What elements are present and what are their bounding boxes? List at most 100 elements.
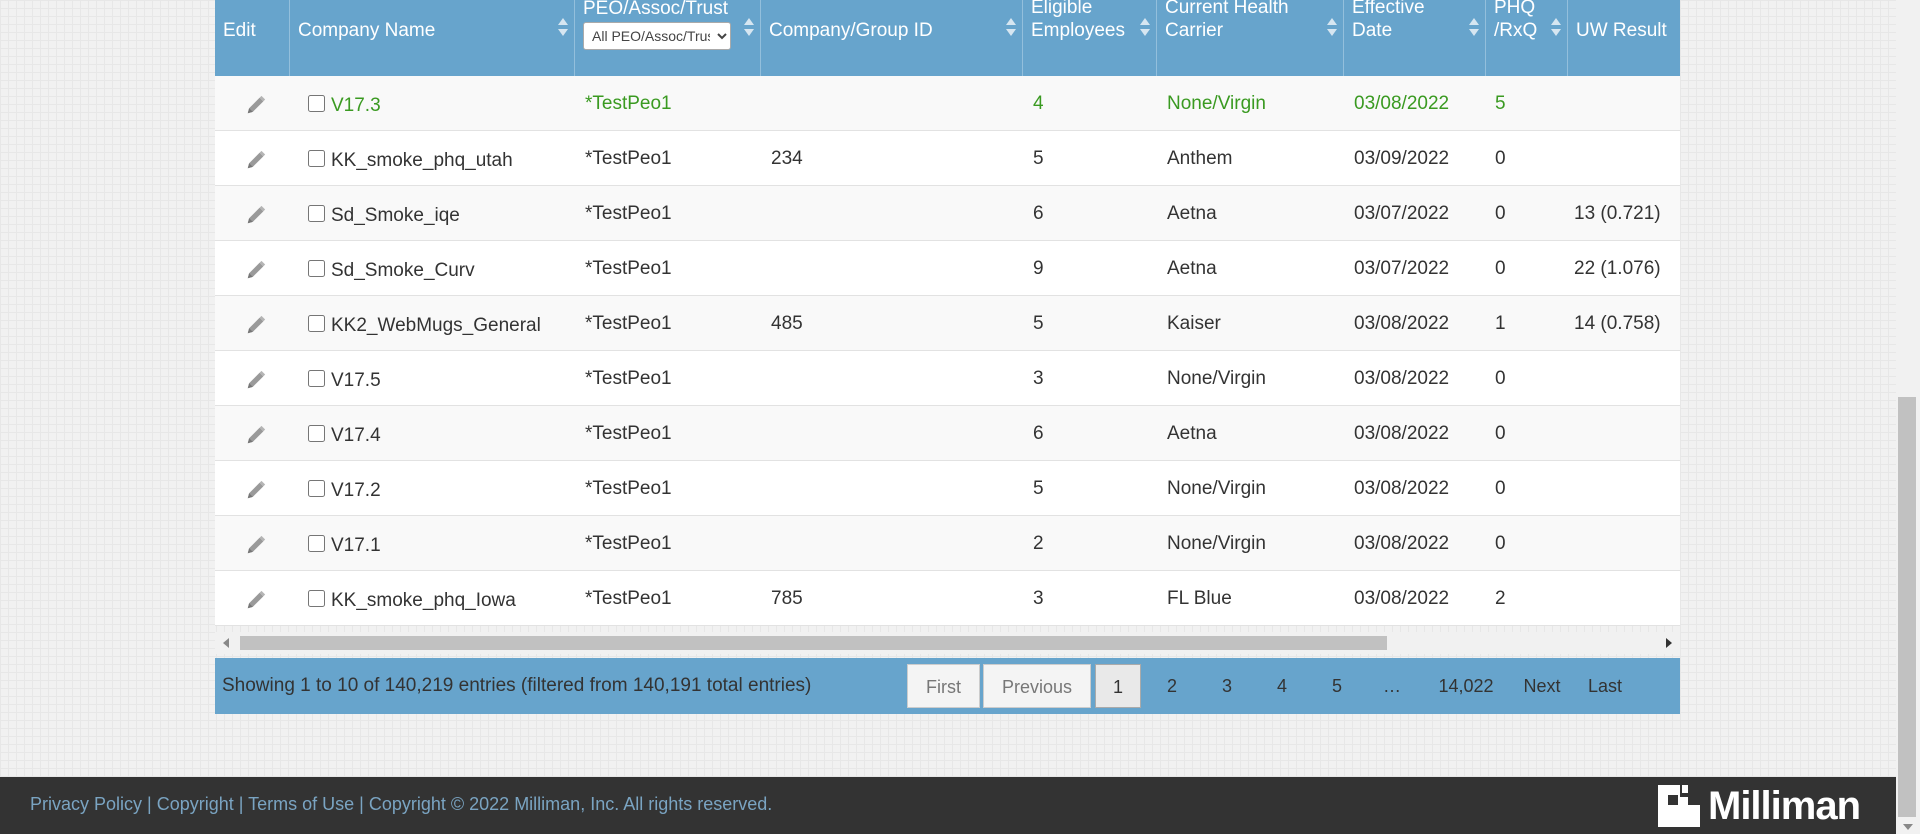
row-select-checkbox[interactable]: [308, 480, 325, 497]
table-body: V17.3 *TestPeo1 4 None/Virgin 03/08/2022 5 KK_…: [215, 76, 1680, 626]
effective-date-cell: 03/07/2022: [1354, 203, 1450, 224]
page-4-button[interactable]: 4: [1259, 664, 1305, 708]
company-name-text[interactable]: V17.4: [331, 408, 381, 461]
row-select-checkbox[interactable]: [308, 260, 325, 277]
col-company-name-label: Company Name: [298, 20, 436, 41]
company-name-cell: KK_smoke_phq_utah: [215, 131, 575, 186]
vertical-scrollbar[interactable]: [1896, 0, 1920, 834]
peo-cell: *TestPeo1: [585, 258, 672, 279]
company-name-text[interactable]: V17.3: [331, 78, 381, 131]
company-name-text[interactable]: KK_smoke_phq_utah: [331, 133, 513, 186]
health-carrier-cell: None/Virgin: [1167, 478, 1266, 499]
last-page-button[interactable]: Last: [1579, 664, 1631, 708]
health-carrier-cell: Aetna: [1167, 423, 1217, 444]
company-name-cell: V17.5: [215, 351, 575, 406]
health-carrier-cell: FL Blue: [1167, 588, 1232, 609]
group-id-cell: 485: [771, 313, 803, 334]
terms-of-use-link[interactable]: Terms of Use: [248, 794, 354, 814]
col-carrier-header[interactable]: Current Health Carrier: [1157, 0, 1344, 76]
copyright-link[interactable]: Copyright: [157, 794, 234, 814]
row-select-checkbox[interactable]: [308, 590, 325, 607]
page-3-button[interactable]: 3: [1204, 664, 1250, 708]
col-carrier-label: Current Health Carrier: [1165, 0, 1289, 41]
row-select-checkbox[interactable]: [308, 205, 325, 222]
sort-icon[interactable]: [744, 18, 754, 38]
footer-separator: |: [233, 794, 249, 814]
last-page-number-button[interactable]: 14,022: [1429, 664, 1503, 708]
sort-icon[interactable]: [1551, 18, 1561, 38]
table-row[interactable]: V17.1 *TestPeo1 2 None/Virgin 03/08/2022 0: [215, 516, 1680, 571]
scroll-down-icon[interactable]: [1903, 824, 1913, 830]
sort-icon[interactable]: [558, 18, 568, 38]
table-row[interactable]: V17.4 *TestPeo1 6 Aetna 03/08/2022 0: [215, 406, 1680, 461]
horizontal-scroll-thumb[interactable]: [240, 636, 1387, 650]
uw-result-cell: 13 (0.721): [1574, 203, 1661, 224]
pagination-bar: Showing 1 to 10 of 140,219 entries (filt…: [215, 658, 1680, 714]
privacy-policy-link[interactable]: Privacy Policy: [30, 794, 142, 814]
col-effective-label: Effective Date: [1352, 0, 1425, 41]
sort-icon[interactable]: [1006, 18, 1016, 38]
col-phq-header[interactable]: PHQ /RxQ: [1486, 0, 1568, 76]
col-company-name-header[interactable]: Company Name: [290, 0, 575, 76]
table-header: Edit Company Name PEO/Assoc/Trust All PE…: [215, 0, 1680, 76]
company-name-text[interactable]: V17.1: [331, 518, 381, 571]
col-edit-header[interactable]: Edit: [215, 0, 290, 76]
company-name-text[interactable]: KK2_WebMugs_General: [331, 298, 541, 351]
effective-date-cell: 03/08/2022: [1354, 313, 1450, 334]
col-peo-header[interactable]: PEO/Assoc/Trust All PEO/Assoc/Trust: [575, 0, 761, 76]
phq-rxq-cell: 1: [1495, 313, 1506, 334]
company-name-cell: Sd_Smoke_Curv: [215, 241, 575, 296]
col-uw-header[interactable]: UW Result: [1568, 0, 1680, 76]
row-select-checkbox[interactable]: [308, 535, 325, 552]
table-row[interactable]: Sd_Smoke_iqe *TestPeo1 6 Aetna 03/07/2022 0 13…: [215, 186, 1680, 241]
uw-result-cell: 22 (1.076): [1574, 258, 1661, 279]
health-carrier-cell: Kaiser: [1167, 313, 1221, 334]
row-select-checkbox[interactable]: [308, 425, 325, 442]
company-name-text[interactable]: KK_smoke_phq_Iowa: [331, 573, 516, 626]
first-page-button[interactable]: First: [907, 664, 980, 708]
peo-cell: *TestPeo1: [585, 423, 672, 444]
sort-icon[interactable]: [1140, 18, 1150, 38]
table-row[interactable]: V17.5 *TestPeo1 3 None/Virgin 03/08/2022 0: [215, 351, 1680, 406]
previous-page-button[interactable]: Previous: [983, 664, 1091, 708]
health-carrier-cell: None/Virgin: [1167, 368, 1266, 389]
companies-table: Edit Company Name PEO/Assoc/Trust All PE…: [215, 0, 1680, 654]
col-group-id-header[interactable]: Company/Group ID: [761, 0, 1023, 76]
company-name-text[interactable]: Sd_Smoke_Curv: [331, 243, 475, 296]
table-row[interactable]: Sd_Smoke_Curv *TestPeo1 9 Aetna 03/07/2022 0 2…: [215, 241, 1680, 296]
milliman-logo[interactable]: Milliman: [1658, 784, 1861, 828]
col-effective-header[interactable]: Effective Date: [1344, 0, 1486, 76]
footer-links: Privacy Policy | Copyright | Terms of Us…: [30, 777, 772, 831]
scroll-right-icon[interactable]: [1666, 638, 1672, 648]
sort-icon[interactable]: [1469, 18, 1479, 38]
horizontal-scrollbar[interactable]: [215, 632, 1680, 654]
table-row[interactable]: V17.2 *TestPeo1 5 None/Virgin 03/08/2022 0: [215, 461, 1680, 516]
table-row[interactable]: KK2_WebMugs_General *TestPeo1 485 5 Kaiser 03…: [215, 296, 1680, 351]
health-carrier-cell: Aetna: [1167, 203, 1217, 224]
next-page-button[interactable]: Next: [1513, 664, 1571, 708]
company-name-text[interactable]: V17.5: [331, 353, 381, 406]
page-1-button[interactable]: 1: [1095, 664, 1141, 708]
table-row[interactable]: KK_smoke_phq_Iowa *TestPeo1 785 3 FL Blue 03/…: [215, 571, 1680, 626]
col-eligible-header[interactable]: Eligible Employees: [1023, 0, 1157, 76]
scroll-left-icon[interactable]: [223, 638, 229, 648]
table-row[interactable]: V17.3 *TestPeo1 4 None/Virgin 03/08/2022 5: [215, 76, 1680, 131]
company-name-text[interactable]: Sd_Smoke_iqe: [331, 188, 460, 241]
row-select-checkbox[interactable]: [308, 315, 325, 332]
company-name-text[interactable]: V17.2: [331, 463, 381, 516]
copyright-text: Copyright © 2022 Milliman, Inc. All righ…: [368, 794, 773, 814]
page-5-button[interactable]: 5: [1314, 664, 1360, 708]
page-2-button[interactable]: 2: [1149, 664, 1195, 708]
row-select-checkbox[interactable]: [308, 95, 325, 112]
company-name-cell: V17.1: [215, 516, 575, 571]
peo-cell: *TestPeo1: [585, 148, 672, 169]
table-row[interactable]: KK_smoke_phq_utah *TestPeo1 234 5 Anthem 03/0…: [215, 131, 1680, 186]
row-select-checkbox[interactable]: [308, 370, 325, 387]
phq-rxq-cell: 0: [1495, 258, 1506, 279]
sort-icon[interactable]: [1327, 18, 1337, 38]
vertical-scroll-thumb[interactable]: [1898, 397, 1916, 817]
eligible-employees-cell: 6: [1033, 203, 1044, 224]
pagination-ellipsis: …: [1383, 676, 1401, 696]
peo-filter-select[interactable]: All PEO/Assoc/Trust: [583, 22, 731, 50]
row-select-checkbox[interactable]: [308, 150, 325, 167]
